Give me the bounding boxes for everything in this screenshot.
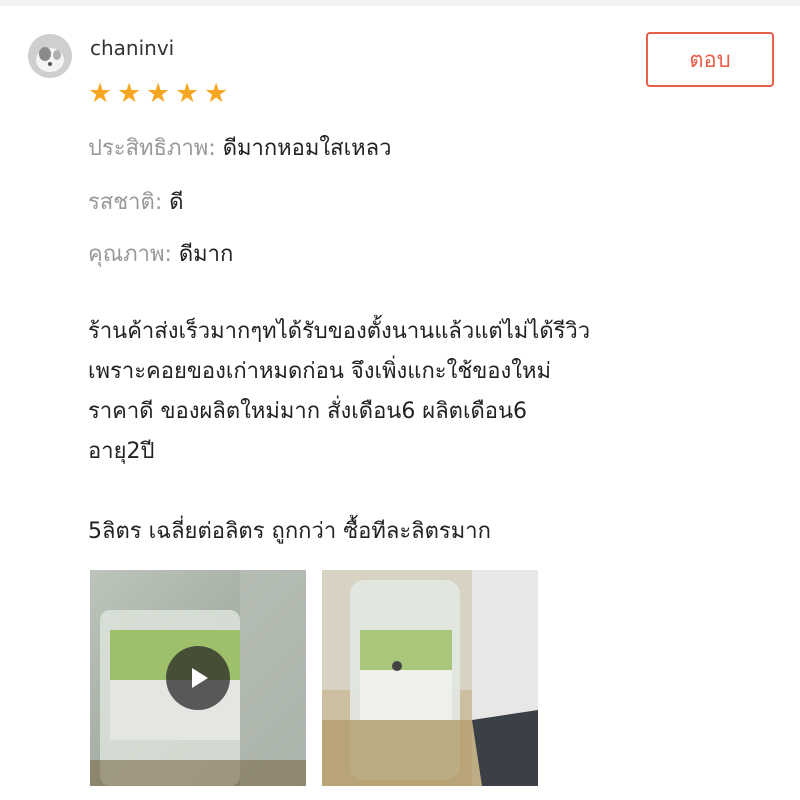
username[interactable]: chaninvi xyxy=(90,36,174,60)
attribute-value: ดี xyxy=(169,190,184,215)
review-line: เพราะคอยของเก่าหมดก่อน จึงเพิ่งแกะใช้ของ… xyxy=(88,359,551,384)
attribute-label: คุณภาพ: xyxy=(88,242,179,267)
attribute-value: ดีมาก xyxy=(178,242,234,267)
review-line: ร้านค้าส่งเร็วมากๆทได้รับของตั้งนานแล้วแ… xyxy=(88,319,591,344)
attribute-performance: ประสิทธิภาพ: ดีมากหอมใสเหลว xyxy=(88,130,391,165)
attribute-label: รสชาติ: xyxy=(88,190,170,215)
review-line: 5ลิตร เฉลี่ยต่อลิตร ถูกกว่า ซื้อทีละลิตร… xyxy=(88,519,491,544)
star-icon: ★ xyxy=(175,78,200,109)
attribute-value: ดีมากหอมใสเหลว xyxy=(222,136,392,161)
top-divider xyxy=(0,0,800,6)
review-photo-thumbnail[interactable] xyxy=(322,570,538,786)
attribute-label: ประสิทธิภาพ: xyxy=(88,136,223,161)
star-icon: ★ xyxy=(88,78,113,109)
rating-stars: ★ ★ ★ ★ ★ xyxy=(88,80,231,107)
review-line: อายุ2ปี xyxy=(88,439,155,464)
play-icon[interactable] xyxy=(166,646,230,710)
avatar[interactable] xyxy=(28,34,72,78)
attribute-taste: รสชาติ: ดี xyxy=(88,184,184,219)
attribute-quality: คุณภาพ: ดีมาก xyxy=(88,236,233,271)
star-icon: ★ xyxy=(117,78,142,109)
review-video-thumbnail[interactable] xyxy=(90,570,306,786)
reply-button[interactable]: ตอบ xyxy=(646,32,774,87)
star-icon: ★ xyxy=(146,78,171,109)
review-body: ร้านค้าส่งเร็วมากๆทได้รับของตั้งนานแล้วแ… xyxy=(88,312,768,552)
review-line xyxy=(88,472,768,512)
star-icon: ★ xyxy=(204,78,229,109)
review-line: ราคาดี ของผลิตใหม่มาก สั่งเดือน6 ผลิตเดื… xyxy=(88,399,528,424)
